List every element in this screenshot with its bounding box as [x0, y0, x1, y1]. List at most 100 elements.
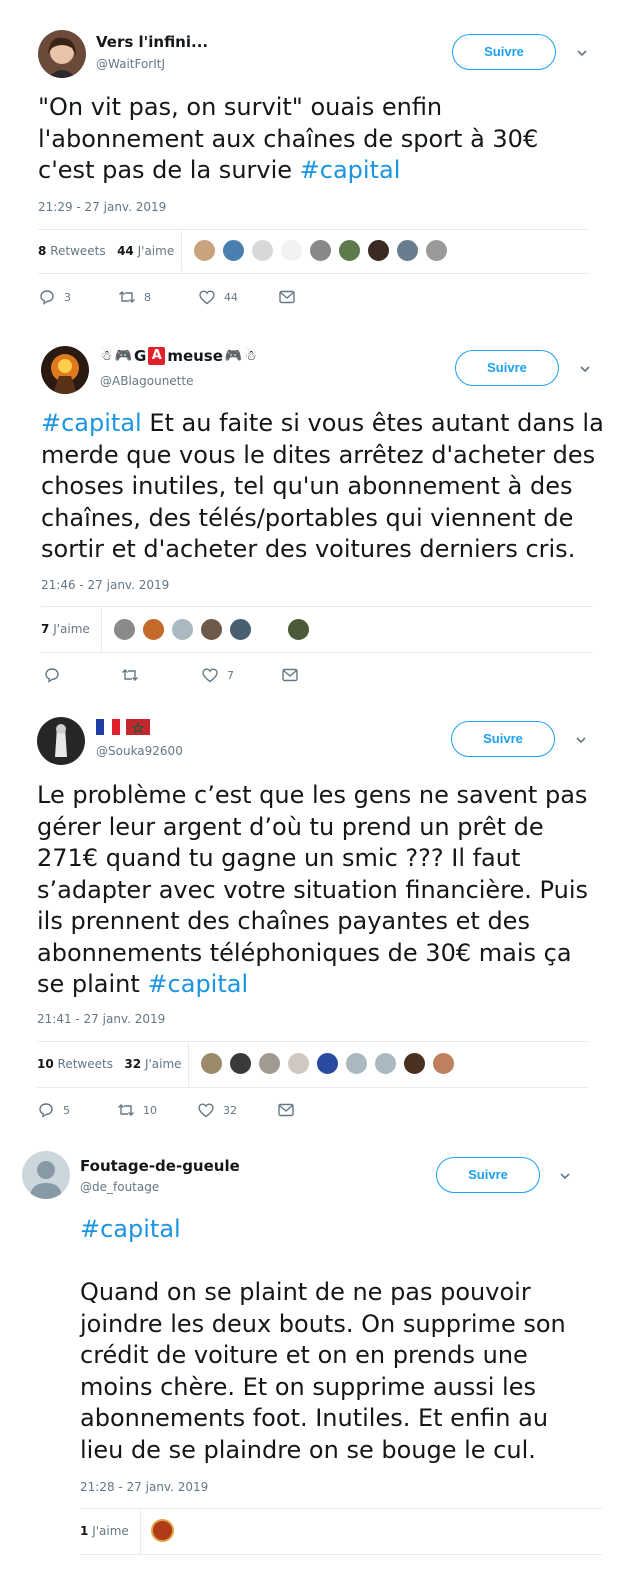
snowman-icon: ☃ [244, 348, 257, 364]
tweet-actions: 5 10 32 [37, 1101, 295, 1119]
chevron-down-icon[interactable] [574, 733, 588, 747]
tweet-text-line: Quand on se plaint de ne pas pouvoir [80, 1278, 531, 1306]
like-count: 44 [224, 290, 238, 304]
tweet-2: ☃ 🎮 G A meuse 🎮 ☃ @ABlagounette Suivre #… [0, 330, 638, 695]
liker-avatar[interactable] [200, 618, 223, 641]
user-handle[interactable]: @Souka92600 [96, 744, 183, 758]
hashtag-link[interactable]: #capital [41, 409, 142, 437]
gamepad-icon: 🎮 [114, 348, 132, 364]
gamepad-icon: 🎮 [224, 348, 243, 364]
reply-button[interactable] [43, 666, 121, 684]
retweet-button[interactable]: 8 [118, 288, 198, 306]
liker-avatars [113, 618, 316, 641]
liker-avatar[interactable] [258, 1052, 281, 1075]
liker-avatar[interactable] [193, 239, 216, 262]
liker-avatar[interactable] [309, 239, 332, 262]
liker-avatar[interactable] [403, 1052, 426, 1075]
liker-avatar[interactable] [222, 239, 245, 262]
retweet-button[interactable] [121, 666, 201, 684]
tweet-timestamp[interactable]: 21:46 - 27 janv. 2019 [41, 578, 169, 592]
avatar[interactable] [38, 30, 86, 78]
direct-message-button[interactable] [278, 288, 296, 306]
engagement-stats: 10 Retweets 32 J'aime [37, 1057, 182, 1071]
display-name[interactable]: ☃ 🎮 G A meuse 🎮 ☃ [100, 347, 257, 365]
likes-count: 7 [41, 622, 50, 636]
like-button[interactable]: 7 [201, 666, 281, 684]
retweets-stat[interactable]: 10 Retweets [37, 1057, 113, 1071]
liker-avatar[interactable] [251, 239, 274, 262]
likes-stat[interactable]: 32 J'aime [124, 1057, 181, 1071]
chevron-down-icon[interactable] [575, 46, 589, 60]
tweet-text-line: ils prennent des chaînes payantes et des [37, 907, 530, 935]
likes-stat[interactable]: 7 J'aime [41, 622, 90, 636]
divider [80, 1554, 602, 1555]
direct-message-button[interactable] [277, 1101, 295, 1119]
retweets-stat[interactable]: 8 Retweets [38, 244, 106, 258]
tweet-text: Le problème c’est que les gens ne savent… [37, 780, 588, 1001]
divider [80, 1508, 602, 1509]
liker-avatar[interactable] [151, 1519, 174, 1542]
like-button[interactable]: 32 [197, 1101, 277, 1119]
divider [38, 273, 590, 274]
liker-avatar[interactable] [287, 1052, 310, 1075]
liker-avatar[interactable] [258, 618, 281, 641]
liker-avatar[interactable] [425, 239, 448, 262]
liker-avatar[interactable] [142, 618, 165, 641]
user-handle[interactable]: @de_foutage [80, 1180, 159, 1194]
tweet-3: @Souka92600 Suivre Le problème c’est que… [0, 695, 638, 1135]
liker-avatar[interactable] [367, 239, 390, 262]
hashtag-link[interactable]: #capital [80, 1214, 566, 1246]
chevron-down-icon[interactable] [578, 362, 592, 376]
retweet-button[interactable]: 10 [117, 1101, 197, 1119]
hashtag-link[interactable]: #capital [147, 970, 248, 998]
display-name[interactable]: Foutage-de-gueule [80, 1157, 240, 1175]
liker-avatar[interactable] [316, 1052, 339, 1075]
reply-icon [40, 290, 54, 305]
liker-avatar[interactable] [396, 239, 419, 262]
engagement-stats: 7 J'aime [41, 622, 90, 636]
hashtag-link[interactable]: #capital [300, 156, 401, 184]
liker-avatar[interactable] [113, 618, 136, 641]
display-name[interactable] [96, 719, 154, 735]
message-icon [278, 1103, 294, 1117]
tweet-text-line: se plaint #capital [37, 969, 588, 1001]
liker-avatar[interactable] [374, 1052, 397, 1075]
liker-avatar[interactable] [345, 1052, 368, 1075]
display-name[interactable]: Vers l'infini... [96, 33, 208, 51]
avatar[interactable] [41, 346, 89, 394]
tweet-text-line: moins chère. Et on supprime aussi les [80, 1372, 536, 1401]
liker-avatar[interactable] [338, 239, 361, 262]
reply-button[interactable]: 3 [38, 288, 118, 306]
tweet-timestamp[interactable]: 21:28 - 27 janv. 2019 [80, 1480, 208, 1494]
avatar[interactable] [22, 1151, 70, 1199]
liker-avatar[interactable] [171, 618, 194, 641]
likes-stat[interactable]: 44 J'aime [117, 244, 174, 258]
liker-avatar[interactable] [287, 618, 310, 641]
liker-avatar[interactable] [229, 618, 252, 641]
tweet-text-line: gérer leur argent d’où tu prend un prêt … [37, 812, 544, 841]
liker-avatar[interactable] [200, 1052, 223, 1075]
follow-button[interactable]: Suivre [452, 34, 556, 70]
likes-stat[interactable]: 1 J'aime [80, 1524, 129, 1538]
user-handle[interactable]: @WaitForItJ [96, 57, 165, 71]
liker-avatars [200, 1052, 461, 1075]
liker-avatar[interactable] [280, 239, 303, 262]
like-icon [199, 290, 215, 305]
liker-avatar[interactable] [432, 1052, 455, 1075]
tweet-text-line: 271€ quand tu gagne un smic ??? Il faut [37, 844, 521, 872]
direct-message-button[interactable] [281, 666, 299, 684]
tweet-timestamp[interactable]: 21:29 - 27 janv. 2019 [38, 200, 166, 214]
follow-button[interactable]: Suivre [436, 1157, 540, 1193]
follow-button[interactable]: Suivre [451, 721, 555, 757]
message-icon [282, 668, 298, 682]
reply-button[interactable]: 5 [37, 1101, 117, 1119]
chevron-down-icon[interactable] [558, 1169, 572, 1183]
user-handle[interactable]: @ABlagounette [100, 374, 193, 388]
follow-button[interactable]: Suivre [455, 350, 559, 386]
tweet-timestamp[interactable]: 21:41 - 27 janv. 2019 [37, 1012, 165, 1026]
avatar[interactable] [37, 717, 85, 765]
tweet-text-line: abonnements téléphoniques de 30€ mais ça [37, 938, 572, 967]
like-button[interactable]: 44 [198, 288, 278, 306]
liker-avatar[interactable] [229, 1052, 252, 1075]
